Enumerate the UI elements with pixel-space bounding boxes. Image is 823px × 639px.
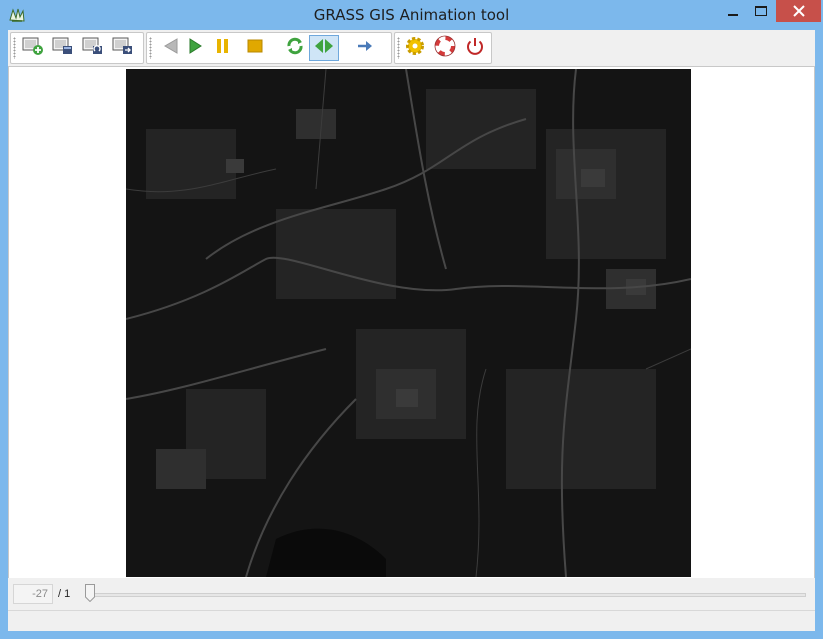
map-raster bbox=[126, 69, 691, 577]
settings-button[interactable] bbox=[401, 35, 429, 61]
status-bar bbox=[8, 610, 815, 631]
pause-icon bbox=[213, 36, 233, 61]
toolbar-grip[interactable] bbox=[397, 37, 400, 59]
satellite-map-frame bbox=[126, 69, 691, 577]
frame-total-label: / 1 bbox=[58, 588, 71, 600]
add-animation-icon bbox=[22, 36, 44, 61]
play-back-icon bbox=[161, 36, 181, 61]
stop-icon bbox=[245, 36, 265, 61]
help-button[interactable] bbox=[431, 35, 459, 61]
reload-animation-icon bbox=[82, 36, 104, 61]
toolbar-grip[interactable] bbox=[13, 37, 16, 59]
settings-icon bbox=[404, 35, 426, 62]
stop-button[interactable] bbox=[241, 35, 269, 61]
frame-control-bar: -27 / 1 bbox=[8, 578, 815, 608]
reload-animation-button[interactable] bbox=[79, 35, 107, 61]
one-direction-icon bbox=[355, 36, 375, 61]
maximize-button[interactable] bbox=[748, 0, 774, 22]
help-icon bbox=[434, 35, 456, 62]
quit-icon bbox=[464, 35, 486, 62]
toolbar bbox=[8, 30, 815, 66]
play-button[interactable] bbox=[181, 35, 209, 61]
client-area: -27 / 1 bbox=[8, 30, 815, 631]
frame-slider-thumb[interactable] bbox=[85, 584, 95, 603]
quit-button[interactable] bbox=[461, 35, 489, 61]
loop-button[interactable] bbox=[281, 35, 309, 61]
one-direction-button[interactable] bbox=[351, 35, 379, 61]
minimize-button[interactable] bbox=[718, 0, 748, 22]
animation-management-toolbar bbox=[10, 32, 144, 64]
bounce-button[interactable] bbox=[309, 35, 339, 61]
play-icon bbox=[185, 36, 205, 61]
title-bar[interactable]: GRASS GIS Animation tool bbox=[0, 0, 823, 30]
misc-toolbar bbox=[394, 32, 492, 64]
close-button[interactable] bbox=[776, 0, 821, 22]
animation-tool-window: GRASS GIS Animation tool -27 / 1 bbox=[0, 0, 823, 639]
frame-number-input[interactable]: -27 bbox=[13, 584, 53, 604]
toolbar-grip[interactable] bbox=[149, 37, 152, 59]
add-animation-button[interactable] bbox=[19, 35, 47, 61]
loop-icon bbox=[284, 35, 306, 62]
edit-animation-icon bbox=[52, 36, 74, 61]
export-animation-icon bbox=[112, 36, 134, 61]
pause-button[interactable] bbox=[209, 35, 237, 61]
playback-toolbar bbox=[146, 32, 392, 64]
window-title: GRASS GIS Animation tool bbox=[313, 6, 510, 24]
bounce-icon bbox=[313, 36, 335, 61]
edit-animation-button[interactable] bbox=[49, 35, 77, 61]
animation-canvas[interactable] bbox=[8, 66, 815, 608]
frame-slider-track[interactable] bbox=[88, 593, 806, 597]
export-animation-button[interactable] bbox=[109, 35, 137, 61]
